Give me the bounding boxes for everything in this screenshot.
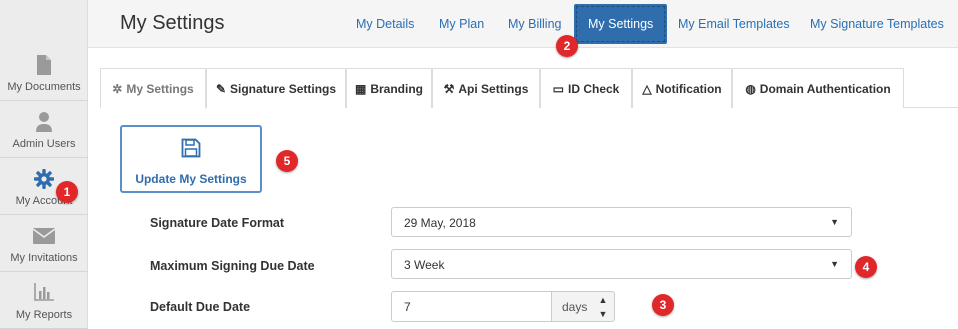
sidebar-item-label: Admin Users <box>12 138 76 150</box>
default-due-date-input[interactable]: 7 <box>391 291 552 322</box>
tab-label: My Settings <box>126 81 194 96</box>
nav-my-plan[interactable]: My Plan <box>439 0 484 48</box>
max-signing-due-date-select[interactable]: 3 Week ▼ <box>391 249 852 279</box>
default-due-date-label: Default Due Date <box>150 300 251 314</box>
nav-my-settings[interactable]: My Settings <box>574 4 668 44</box>
grid-icon: ▦ <box>354 81 367 96</box>
annotation-badge-5: 5 <box>276 150 298 172</box>
caret-down-icon: ▼ <box>830 259 839 269</box>
signature-date-format-select[interactable]: 29 May, 2018 ▼ <box>391 207 852 237</box>
chevron-down-icon[interactable]: ▼ <box>599 309 608 319</box>
tab-label: Domain Authentication <box>759 81 891 96</box>
sidebar-item-label: My Invitations <box>10 252 78 264</box>
sidebar: My Documents Admin Users My Account My I… <box>0 0 88 329</box>
tab-domain-authentication[interactable]: ◍ Domain Authentication <box>732 68 904 108</box>
pencil-icon: ✎ <box>215 81 227 96</box>
tab-label: Notification <box>655 81 722 96</box>
annotation-badge-2: 2 <box>556 35 578 57</box>
update-settings-button[interactable]: Update My Settings <box>120 125 262 193</box>
sidebar-item-label: My Reports <box>15 309 73 321</box>
document-icon <box>0 55 88 75</box>
envelope-icon <box>0 226 88 246</box>
bell-icon: △ <box>642 81 652 96</box>
sidebar-item-admin-users[interactable]: Admin Users <box>0 101 88 158</box>
user-icon <box>0 112 88 132</box>
max-signing-due-date-label: Maximum Signing Due Date <box>150 259 315 273</box>
nav-my-billing[interactable]: My Billing <box>508 0 562 48</box>
days-addon: days ▲ ▼ <box>551 291 615 322</box>
tab-label: Api Settings <box>458 81 529 96</box>
signature-date-format-label: Signature Date Format <box>150 216 285 230</box>
tab-label: Branding <box>370 81 423 96</box>
nav-my-details[interactable]: My Details <box>356 0 414 48</box>
tab-id-check[interactable]: ▭ ID Check <box>540 68 632 108</box>
number-spinner[interactable]: ▲ ▼ <box>596 295 610 319</box>
gear-icon: ✲ <box>112 81 123 96</box>
select-value: 3 Week <box>404 258 445 272</box>
sidebar-item-my-documents[interactable]: My Documents <box>0 44 88 101</box>
tab-api-settings[interactable]: ⚒ Api Settings <box>432 68 540 108</box>
sidebar-item-my-invitations[interactable]: My Invitations <box>0 215 88 272</box>
tab-branding[interactable]: ▦ Branding <box>346 68 432 108</box>
tab-notification[interactable]: △ Notification <box>632 68 732 108</box>
settings-tabs: ✲ My Settings ✎ Signature Settings ▦ Bra… <box>100 68 958 109</box>
sidebar-item-label: My Documents <box>7 81 81 93</box>
annotation-badge-3: 3 <box>652 294 674 316</box>
tab-label: Signature Settings <box>230 81 337 96</box>
id-card-icon: ▭ <box>552 81 564 96</box>
update-settings-label: Update My Settings <box>135 172 247 186</box>
nav-my-email-templates[interactable]: My Email Templates <box>678 0 790 48</box>
tab-my-settings[interactable]: ✲ My Settings <box>100 68 206 109</box>
input-value: 7 <box>404 300 411 314</box>
days-unit: days <box>562 300 588 314</box>
page-title: My Settings <box>120 12 225 34</box>
caret-down-icon: ▼ <box>830 217 839 227</box>
wrench-icon: ⚒ <box>443 81 455 96</box>
nav-my-signature-templates[interactable]: My Signature Templates <box>810 0 944 48</box>
save-icon <box>122 138 260 158</box>
sidebar-item-my-reports[interactable]: My Reports <box>0 272 88 329</box>
select-value: 29 May, 2018 <box>404 216 476 230</box>
annotation-badge-4: 4 <box>855 256 877 278</box>
top-bar: My Settings My Details My Plan My Billin… <box>88 0 958 48</box>
tab-label: ID Check <box>567 81 620 96</box>
tab-signature-settings[interactable]: ✎ Signature Settings <box>206 68 346 108</box>
bar-chart-icon <box>0 283 88 303</box>
globe-icon: ◍ <box>745 81 756 96</box>
chevron-up-icon[interactable]: ▲ <box>599 295 608 305</box>
annotation-badge-1: 1 <box>56 181 78 203</box>
